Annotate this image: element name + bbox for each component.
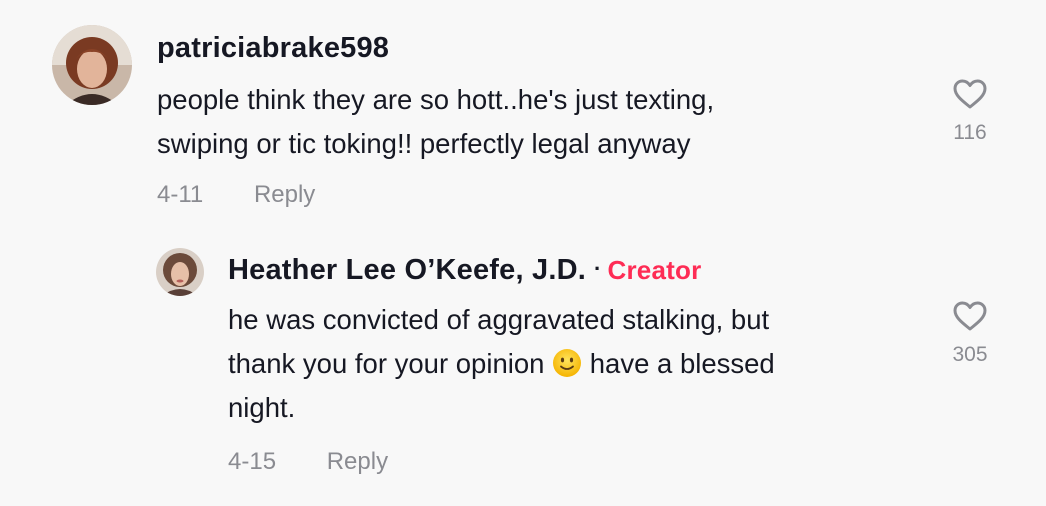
like-button[interactable]: 305 [940, 300, 1000, 367]
separator-dot: · [593, 256, 602, 281]
avatar-photo-icon [52, 25, 132, 105]
like-count: 116 [953, 121, 987, 144]
creator-badge: Creator [607, 255, 702, 285]
reply-text-segment: thank you for your opinion [228, 348, 545, 379]
reply-text: he was convicted of aggravated stalking,… [228, 298, 775, 430]
creator-username-row: Heather Lee O’Keefe, J.D. · Creator [228, 254, 701, 287]
commenter-username[interactable]: patriciabrake598 [157, 32, 389, 65]
like-count: 305 [952, 343, 988, 366]
comment-text-line: swiping or tic toking!! perfectly legal … [157, 128, 691, 159]
heart-icon [953, 301, 987, 331]
reply-button[interactable]: Reply [254, 181, 315, 208]
reply-item: Heather Lee O’Keefe, J.D. · Creator he was… [0, 230, 1046, 506]
reply-text-line: he was convicted of aggravated stalking,… [228, 304, 770, 335]
reply-meta: 4-15 Reply [228, 448, 388, 476]
reply-text-line: thank you for your opinion have a blesse… [228, 342, 775, 386]
reply-date: 4-15 [228, 448, 277, 475]
like-button[interactable]: 116 [940, 78, 1000, 145]
creator-username[interactable]: Heather Lee O’Keefe, J.D. [228, 254, 586, 286]
reply-text-line: night. [228, 392, 296, 423]
reply-text-segment: have a blessed [582, 348, 775, 379]
commenter-avatar[interactable] [52, 25, 132, 105]
comment-text-line: people think they are so hott..he's just… [157, 84, 715, 115]
comment-text: people think they are so hott..he's just… [157, 78, 714, 166]
comment-meta: 4-11 Reply [157, 181, 315, 209]
heart-icon [953, 79, 987, 109]
avatar-photo-icon [156, 248, 204, 296]
comment-item: patriciabrake598 people think they are s… [0, 0, 1046, 230]
creator-avatar[interactable] [156, 248, 204, 296]
reply-button[interactable]: Reply [327, 448, 388, 475]
slightly-smiling-face-emoji-icon [553, 349, 582, 377]
comment-date: 4-11 [157, 181, 204, 208]
